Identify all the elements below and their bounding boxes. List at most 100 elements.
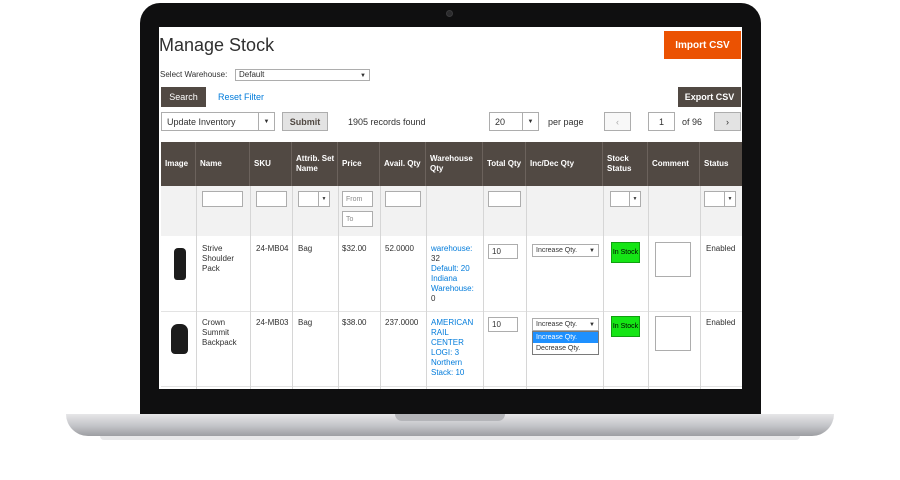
chevron-down-icon: ▼ [522,113,538,130]
filter-total-qty-input[interactable] [488,191,521,207]
filter-attrib-select[interactable]: ▼ [298,191,330,207]
filter-price-to[interactable]: To [342,211,373,227]
column-divider [426,186,427,389]
warehouse-select[interactable]: Default ▼ [235,69,370,81]
incdec-select[interactable]: Increase Qty. ▼ [532,318,599,331]
col-attrib-set[interactable]: Attrib. Set Name [292,142,338,186]
warehouse-link[interactable]: RAIL [431,328,481,338]
warehouse-link[interactable]: Stack: 10 [431,368,481,378]
screen: Manage Stock Import CSV Select Warehouse… [159,27,742,389]
prev-page-button[interactable]: ‹ [604,112,631,131]
total-qty-input[interactable]: 10 [488,317,518,332]
incdec-dropdown: Increase Qty. Decrease Qty. [532,331,599,355]
incdec-select[interactable]: Increase Qty. ▼ [532,244,599,257]
col-sku[interactable]: SKU [250,142,292,186]
product-image [174,248,186,280]
incdec-value: Increase Qty. [536,321,578,328]
column-divider [700,186,701,389]
mass-action-select[interactable]: Update Inventory ▼ [161,112,275,131]
total-qty-value: 10 [492,247,501,256]
price-to-placeholder: To [346,215,354,223]
incdec-value: Increase Qty. [536,247,578,254]
per-page-label: per page [548,117,584,127]
column-divider [603,186,604,389]
filter-status-select[interactable]: ▼ [704,191,736,207]
column-divider [380,186,381,389]
submit-button[interactable]: Submit [282,112,328,131]
chevron-right-icon: › [726,116,729,127]
col-name[interactable]: Name [196,142,250,186]
search-button[interactable]: Search [161,87,206,107]
warehouse-value: Default [239,70,265,79]
chevron-down-icon: ▼ [589,247,595,254]
chevron-down-icon: ▼ [318,192,329,206]
per-page-select[interactable]: 20 ▼ [489,112,539,131]
grid-header: Image Name SKU Attrib. Set Name Price Av… [161,142,742,186]
warehouse-link[interactable]: warehouse: [431,244,481,254]
cell-sku: 24-MB03 [256,318,289,327]
camera-dot [446,10,453,17]
col-total-qty[interactable]: Total Qty [483,142,526,186]
import-csv-button[interactable]: Import CSV [664,31,741,59]
cell-warehouse-qty: warehouse: 32 Default: 20 Indiana Wareho… [431,244,481,304]
warehouse-link[interactable]: LOGI: 3 [431,348,481,358]
filter-price-from[interactable]: From [342,191,373,207]
total-qty-input[interactable]: 10 [488,244,518,259]
table-row: Crown Summit Backpack 24-MB03 Bag $38.00… [161,312,742,387]
warehouse-qty-text: 0 [431,294,436,303]
cell-name: Strive Shoulder Pack [202,244,235,273]
warehouse-link[interactable]: AMERICAN [431,318,481,328]
page-number-value: 1 [658,116,664,127]
chevron-down-icon: ▼ [724,192,735,206]
col-status[interactable]: Status [700,142,742,186]
product-image [171,324,188,354]
col-price[interactable]: Price [338,142,380,186]
filter-name-input[interactable] [202,191,243,207]
col-avail-qty[interactable]: Avail. Qty [380,142,426,186]
filter-avail-qty-input[interactable] [385,191,421,207]
cell-status: Enabled [706,318,736,327]
col-comment[interactable]: Comment [648,142,700,186]
chevron-down-icon: ▼ [258,113,274,130]
warehouse-link[interactable]: Northern [431,358,481,368]
col-warehouse-qty[interactable]: Warehouse Qty [426,142,483,186]
comment-textarea[interactable] [655,316,691,351]
filter-row: ▼ From To ▼ ▼ [161,186,742,236]
page-number-input[interactable]: 1 [648,112,675,131]
reset-filter-link[interactable]: Reset Filter [218,92,264,102]
column-divider [526,186,527,389]
filter-stock-status-select[interactable]: ▼ [610,191,641,207]
col-incdec-qty[interactable]: Inc/Dec Qty [526,142,603,186]
cell-warehouse-qty: AMERICAN RAIL CENTER LOGI: 3 Northern St… [431,318,481,378]
mass-action-value: Update Inventory [167,116,236,127]
laptop-notch [395,414,505,421]
warehouse-link[interactable]: CENTER [431,338,481,348]
cell-status: Enabled [706,244,736,253]
column-divider [250,186,251,389]
chevron-down-icon: ▼ [589,321,595,328]
warehouse-link[interactable]: Default: 20 [431,264,481,274]
warehouse-qty-text: 32 [431,254,440,263]
per-page-value: 20 [495,116,506,127]
warehouse-link[interactable]: Indiana [431,274,481,284]
warehouse-link[interactable]: Warehouse: [431,284,481,294]
next-page-button[interactable]: › [714,112,741,131]
column-divider [483,186,484,389]
col-stock-status[interactable]: Stock Status [603,142,648,186]
incdec-option-decrease[interactable]: Decrease Qty. [533,343,598,354]
cell-attr-set: Bag [298,244,313,253]
cell-name: Crown Summit Backpack [202,318,237,347]
cell-sku: 24-MB04 [256,244,289,253]
filter-sku-input[interactable] [256,191,287,207]
col-image[interactable]: Image [161,142,196,186]
column-divider [648,186,649,389]
stock-status-badge: In Stock [611,316,640,337]
table-row: Strive Shoulder Pack 24-MB04 Bag $32.00 … [161,237,742,312]
laptop-shadow [100,436,800,440]
total-qty-value: 10 [492,320,501,329]
warehouse-label: Select Warehouse: [160,70,228,79]
comment-textarea[interactable] [655,242,691,277]
cell-price: $38.00 [342,318,367,327]
export-csv-button[interactable]: Export CSV [678,87,741,107]
incdec-option-increase[interactable]: Increase Qty. [533,332,598,343]
